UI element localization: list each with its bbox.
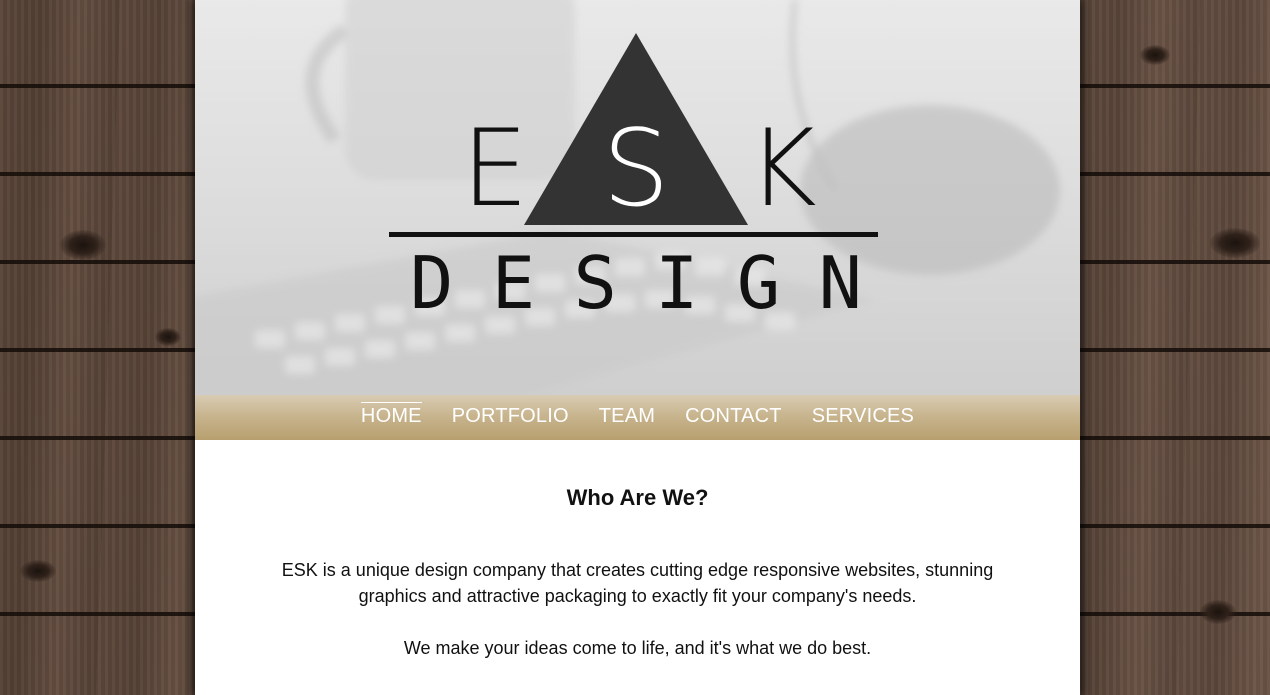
esk-logo[interactable]: E S K DESIGN [195, 0, 1080, 395]
hero-banner: E S K DESIGN [195, 0, 1080, 395]
wood-knot [1210, 228, 1260, 258]
nav-item-portfolio[interactable]: PORTFOLIO [452, 403, 569, 429]
tagline-paragraph: We make your ideas come to life, and it'… [403, 638, 872, 658]
section-heading: Who Are We? [566, 485, 709, 510]
wood-knot [1140, 45, 1170, 65]
wood-knot [155, 328, 181, 346]
logo-letter-e: E [462, 107, 529, 230]
nav-item-team[interactable]: TEAM [599, 403, 655, 429]
logo-subtitle: DESIGN [410, 241, 862, 325]
logo-letter-s: S [602, 107, 669, 230]
nav-item-home[interactable]: HOME [360, 401, 422, 429]
logo-divider [389, 232, 878, 237]
page-container: E S K DESIGN HOME PORTFOLIO TEAM CONTACT… [195, 0, 1080, 695]
wood-knot [1200, 600, 1236, 624]
wood-knot [20, 560, 56, 582]
nav-item-services[interactable]: SERVICES [812, 403, 914, 429]
main-nav: HOME PORTFOLIO TEAM CONTACT SERVICES [195, 395, 1080, 440]
wood-knot [60, 230, 106, 260]
nav-item-contact[interactable]: CONTACT [685, 403, 782, 429]
logo-letter-k: K [747, 107, 817, 230]
about-paragraph: ESK is a unique design company that crea… [281, 560, 994, 606]
